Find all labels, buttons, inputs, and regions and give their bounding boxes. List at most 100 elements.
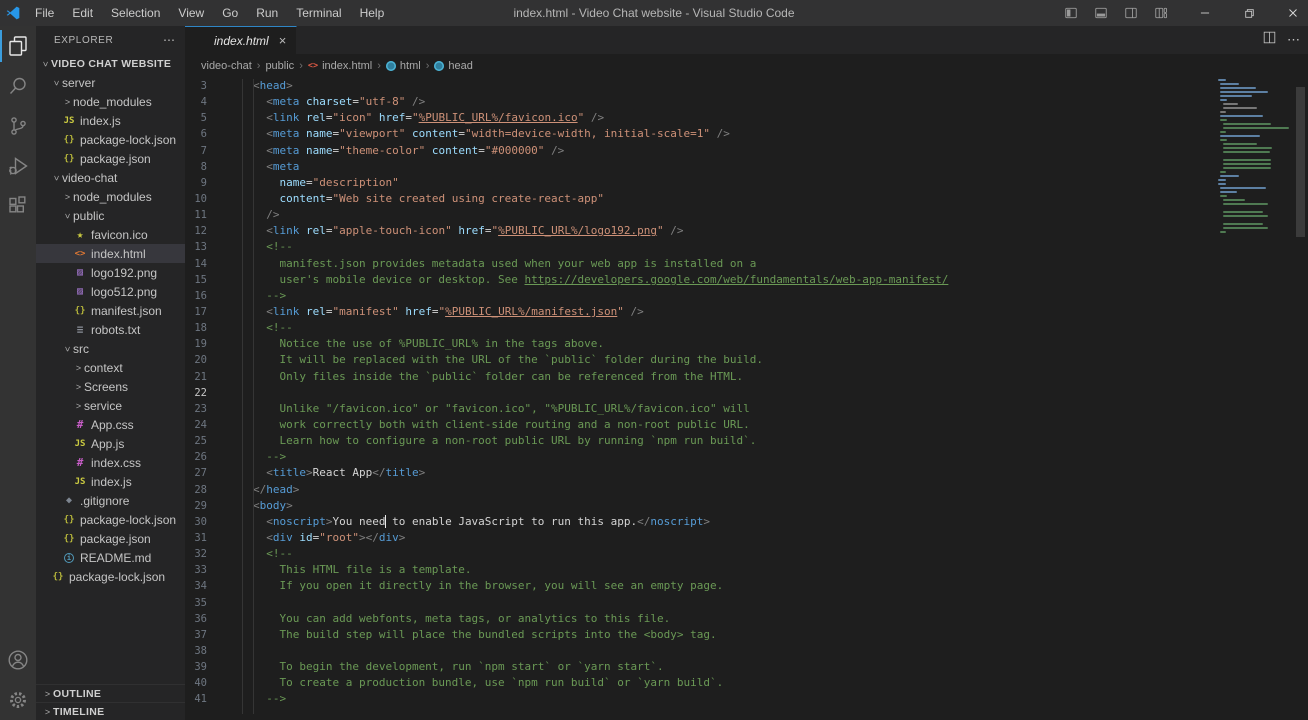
code-line-3[interactable]: 3 <head>: [185, 78, 1308, 94]
tree-item-app-css[interactable]: # App.css: [36, 415, 185, 434]
code-line-25[interactable]: 25 Learn how to configure a non-root pub…: [185, 433, 1308, 449]
minimap[interactable]: [1218, 77, 1290, 235]
code-line-19[interactable]: 19 Notice the use of %PUBLIC_URL% in the…: [185, 336, 1308, 352]
code-line-10[interactable]: 10 content="Web site created using creat…: [185, 191, 1308, 207]
code-line-11[interactable]: 11 />: [185, 207, 1308, 223]
tree-item-manifest-json[interactable]: {} manifest.json: [36, 301, 185, 320]
code-line-30[interactable]: 30 <noscript>You need to enable JavaScri…: [185, 514, 1308, 530]
code-line-6[interactable]: 6 <meta name="viewport" content="width=d…: [185, 126, 1308, 142]
code-line-12[interactable]: 12 <link rel="apple-touch-icon" href="%P…: [185, 223, 1308, 239]
search-icon[interactable]: [0, 66, 36, 106]
code-line-37[interactable]: 37 The build step will place the bundled…: [185, 627, 1308, 643]
tree-item-package-lock-json[interactable]: {} package-lock.json: [36, 510, 185, 529]
menu-selection[interactable]: Selection: [102, 0, 169, 26]
menu-run[interactable]: Run: [247, 0, 287, 26]
code-line-38[interactable]: 38: [185, 643, 1308, 659]
customize-layout-icon[interactable]: [1146, 0, 1176, 26]
tree-item-readme-md[interactable]: i README.md: [36, 548, 185, 567]
menu-edit[interactable]: Edit: [63, 0, 102, 26]
code-line-20[interactable]: 20 It will be replaced with the URL of t…: [185, 352, 1308, 368]
tree-item-src[interactable]: > src: [36, 339, 185, 358]
account-icon[interactable]: [0, 640, 36, 680]
code-line-33[interactable]: 33 This HTML file is a template.: [185, 562, 1308, 578]
tree-item-logo192-png[interactable]: ▨ logo192.png: [36, 263, 185, 282]
code-line-5[interactable]: 5 <link rel="icon" href="%PUBLIC_URL%/fa…: [185, 110, 1308, 126]
code-line-39[interactable]: 39 To begin the development, run `npm st…: [185, 659, 1308, 675]
tree-item-service[interactable]: > service: [36, 396, 185, 415]
layout-panel-icon[interactable]: [1086, 0, 1116, 26]
code-line-23[interactable]: 23 Unlike "/favicon.ico" or "favicon.ico…: [185, 401, 1308, 417]
code-line-31[interactable]: 31 <div id="root"></div>: [185, 530, 1308, 546]
code-line-22[interactable]: 22: [185, 385, 1308, 401]
tree-item-node-modules[interactable]: > node_modules: [36, 187, 185, 206]
code-line-36[interactable]: 36 You can add webfonts, meta tags, or a…: [185, 611, 1308, 627]
tree-item-screens[interactable]: > Screens: [36, 377, 185, 396]
menu-terminal[interactable]: Terminal: [287, 0, 350, 26]
tree-item-index-js[interactable]: JS index.js: [36, 472, 185, 491]
menu-view[interactable]: View: [169, 0, 213, 26]
tree-item-index-js[interactable]: JS index.js: [36, 111, 185, 130]
tab-index-html[interactable]: index.html: [185, 26, 298, 54]
code-line-18[interactable]: 18 <!--: [185, 320, 1308, 336]
menu-help[interactable]: Help: [351, 0, 394, 26]
code-line-17[interactable]: 17 <link rel="manifest" href="%PUBLIC_UR…: [185, 304, 1308, 320]
breadcrumb-video-chat[interactable]: video-chat: [201, 60, 252, 72]
run-and-debug-icon[interactable]: [0, 146, 36, 186]
extensions-icon[interactable]: [0, 186, 36, 226]
code-line-4[interactable]: 4 <meta charset="utf-8" />: [185, 94, 1308, 110]
tree-item-package-json[interactable]: {} package.json: [36, 529, 185, 548]
code-line-24[interactable]: 24 work correctly both with client-side …: [185, 417, 1308, 433]
tree-item-index-css[interactable]: # index.css: [36, 453, 185, 472]
code-line-28[interactable]: 28 </head>: [185, 482, 1308, 498]
explorer-actions-icon[interactable]: [163, 33, 175, 47]
code-line-41[interactable]: 41 -->: [185, 691, 1308, 707]
tree-item-logo512-png[interactable]: ▨ logo512.png: [36, 282, 185, 301]
tree-item-package-lock-json[interactable]: {} package-lock.json: [36, 567, 185, 586]
explorer-icon[interactable]: [0, 26, 36, 66]
close-button[interactable]: [1278, 0, 1308, 26]
tree-item-favicon-ico[interactable]: ★ favicon.ico: [36, 225, 185, 244]
code-line-21[interactable]: 21 Only files inside the `public` folder…: [185, 369, 1308, 385]
tree-item-index-html[interactable]: <> index.html: [36, 244, 185, 263]
menu-file[interactable]: File: [26, 0, 63, 26]
code-line-13[interactable]: 13 <!--: [185, 239, 1308, 255]
code-line-7[interactable]: 7 <meta name="theme-color" content="#000…: [185, 143, 1308, 159]
breadcrumb-html[interactable]: html: [385, 60, 421, 72]
tree-item-node-modules[interactable]: > node_modules: [36, 92, 185, 111]
source-control-icon[interactable]: [0, 106, 36, 146]
editor-more-actions-icon[interactable]: [1287, 32, 1300, 48]
minimize-button[interactable]: [1190, 0, 1220, 26]
tree-item-package-json[interactable]: {} package.json: [36, 149, 185, 168]
code-line-15[interactable]: 15 user's mobile device or desktop. See …: [185, 272, 1308, 288]
code-line-16[interactable]: 16 -->: [185, 288, 1308, 304]
restore-button[interactable]: [1234, 0, 1264, 26]
code-line-34[interactable]: 34 If you open it directly in the browse…: [185, 578, 1308, 594]
settings-gear-icon[interactable]: [0, 680, 36, 720]
code-line-40[interactable]: 40 To create a production bundle, use `n…: [185, 675, 1308, 691]
layout-sidebar-right-icon[interactable]: [1116, 0, 1146, 26]
tree-item-app-js[interactable]: JS App.js: [36, 434, 185, 453]
tree-item-gitignore[interactable]: ◆ .gitignore: [36, 491, 185, 510]
code-line-14[interactable]: 14 manifest.json provides metadata used …: [185, 256, 1308, 272]
code-line-9[interactable]: 9 name="description": [185, 175, 1308, 191]
breadcrumb-index-html[interactable]: <> index.html: [308, 60, 372, 72]
code-line-29[interactable]: 29 <body>: [185, 498, 1308, 514]
layout-sidebar-left-icon[interactable]: [1056, 0, 1086, 26]
code-editor[interactable]: 3 <head> 4 <meta charset="utf-8" /> 5 <link…: [185, 77, 1308, 720]
editor-scrollbar[interactable]: [1296, 87, 1305, 237]
tree-item-package-lock-json[interactable]: {} package-lock.json: [36, 130, 185, 149]
code-line-32[interactable]: 32 <!--: [185, 546, 1308, 562]
tree-item-server[interactable]: > server: [36, 73, 185, 92]
section-outline[interactable]: > OUTLINE: [36, 684, 185, 702]
breadcrumb-head[interactable]: head: [434, 60, 473, 72]
section-timeline[interactable]: > TIMELINE: [36, 702, 185, 720]
code-line-35[interactable]: 35: [185, 595, 1308, 611]
tree-item-robots-txt[interactable]: ≡ robots.txt: [36, 320, 185, 339]
tree-item-public[interactable]: > public: [36, 206, 185, 225]
tab-close-icon[interactable]: [279, 33, 287, 48]
code-line-26[interactable]: 26 -->: [185, 449, 1308, 465]
breadcrumb-public[interactable]: public: [265, 60, 294, 72]
split-editor-icon[interactable]: [1262, 30, 1277, 50]
menu-go[interactable]: Go: [213, 0, 247, 26]
tree-item-video-chat[interactable]: > video-chat: [36, 168, 185, 187]
